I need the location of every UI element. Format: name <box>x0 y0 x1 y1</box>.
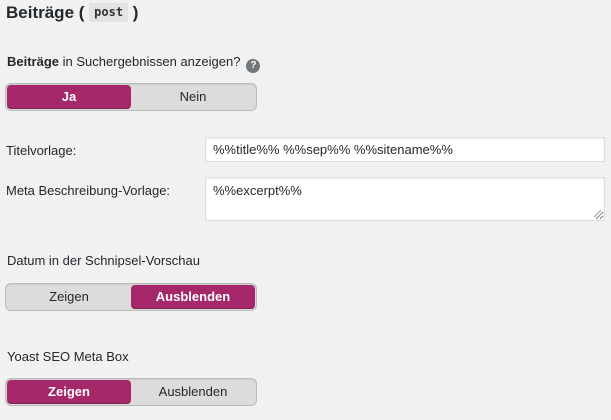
question-circle-icon[interactable]: ? <box>246 59 261 73</box>
search-visibility-switch[interactable]: Ja Nein <box>5 83 257 111</box>
section-title-text: Beiträge ( <box>6 3 85 22</box>
meta-description-label: Meta Beschreibung-Vorlage: <box>6 183 171 198</box>
meta-box-option-zeigen[interactable]: Zeigen <box>7 380 131 404</box>
search-visibility-label-rest: in Suchergebnissen anzeigen? <box>59 54 241 69</box>
title-template-input[interactable] <box>205 137 605 162</box>
search-visibility-option-ja[interactable]: Ja <box>7 85 131 109</box>
section-title-end: ) <box>132 3 139 22</box>
meta-description-textarea[interactable]: %%excerpt%% <box>205 177 605 221</box>
title-template-label: Titelvorlage: <box>6 143 77 158</box>
meta-box-label: Yoast SEO Meta Box <box>7 349 129 364</box>
post-type-code: post <box>89 3 129 22</box>
date-snippet-option-ausblenden[interactable]: Ausblenden <box>131 285 255 309</box>
date-snippet-option-zeigen[interactable]: Zeigen <box>7 285 131 309</box>
search-visibility-label-bold: Beiträge <box>7 54 60 69</box>
meta-box-switch[interactable]: Zeigen Ausblenden <box>5 378 257 406</box>
date-snippet-label: Datum in der Schnipsel-Vorschau <box>7 253 200 268</box>
section-title: Beiträge ( post ) <box>6 2 138 24</box>
meta-box-option-ausblenden[interactable]: Ausblenden <box>131 380 255 404</box>
date-snippet-switch[interactable]: Zeigen Ausblenden <box>5 283 257 311</box>
search-visibility-label: Beiträge in Suchergebnissen anzeigen?? <box>7 53 261 73</box>
search-visibility-option-nein[interactable]: Nein <box>131 85 255 109</box>
